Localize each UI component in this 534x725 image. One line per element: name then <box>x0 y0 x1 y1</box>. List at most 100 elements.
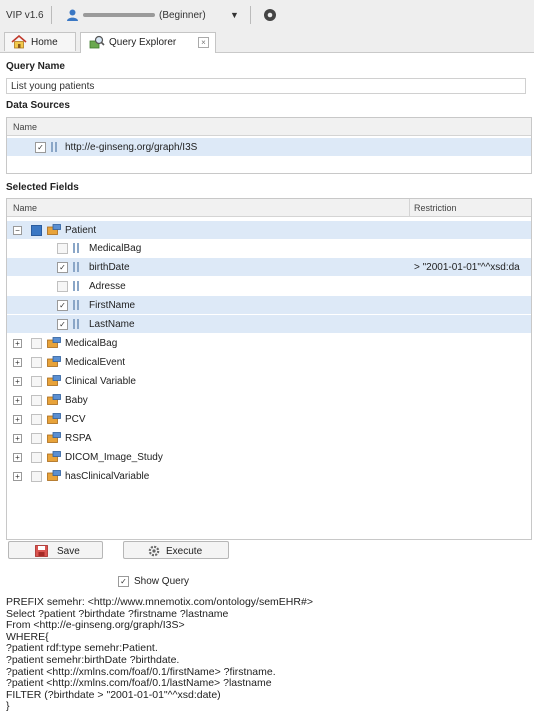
tab-bar: Home Query Explorer × <box>0 30 534 53</box>
class-label: Clinical Variable <box>65 376 136 387</box>
tab-home[interactable]: Home <box>4 32 76 51</box>
class-row[interactable]: + Clinical Variable <box>7 372 531 390</box>
save-button[interactable]: Save <box>8 541 103 559</box>
chevron-down-icon[interactable]: ▼ <box>230 10 239 20</box>
selected-fields-grid: Name Restriction − Patient MedicalBag ✓ … <box>6 198 532 540</box>
class-icon <box>47 394 61 405</box>
class-row[interactable]: + hasClinicalVariable <box>7 467 531 485</box>
class-icon <box>47 375 61 386</box>
class-label: Patient <box>65 225 97 236</box>
class-row[interactable]: + RSPA <box>7 429 531 447</box>
home-icon <box>11 35 27 49</box>
field-checkbox[interactable]: ✓ <box>57 300 68 311</box>
user-icon[interactable] <box>66 9 79 21</box>
class-label: PCV <box>65 414 86 425</box>
save-button-label: Save <box>57 546 80 557</box>
field-label: Adresse <box>89 281 126 292</box>
class-checkbox-partial[interactable] <box>31 225 42 236</box>
collapse-icon[interactable]: − <box>13 226 22 235</box>
toolbar-divider <box>51 6 52 24</box>
class-checkbox[interactable] <box>31 414 42 425</box>
field-checkbox[interactable] <box>57 281 68 292</box>
property-icon <box>73 319 80 329</box>
class-label: hasClinicalVariable <box>65 471 150 482</box>
class-icon <box>47 413 61 424</box>
selected-fields-heading: Selected Fields <box>6 182 79 193</box>
property-icon <box>73 300 80 310</box>
class-icon <box>47 224 61 235</box>
app-version: VIP v1.6 <box>6 10 44 21</box>
class-checkbox[interactable] <box>31 357 42 368</box>
expand-icon[interactable]: + <box>13 377 22 386</box>
expand-icon[interactable]: + <box>13 396 22 405</box>
expand-icon[interactable]: + <box>13 358 22 367</box>
class-row-patient[interactable]: − Patient <box>7 221 531 239</box>
class-row[interactable]: + Baby <box>7 391 531 409</box>
class-checkbox[interactable] <box>31 338 42 349</box>
property-icon <box>73 281 80 291</box>
class-checkbox[interactable] <box>31 433 42 444</box>
data-sources-heading: Data Sources <box>6 100 70 111</box>
class-row[interactable]: + MedicalEvent <box>7 353 531 371</box>
tab-query-explorer-label: Query Explorer <box>109 37 177 48</box>
property-icon <box>73 262 80 272</box>
restriction-value[interactable]: > "2001-01-01"^^xsd:da <box>414 262 520 273</box>
settings-icon[interactable] <box>263 8 277 22</box>
grid-header: Name <box>7 118 531 136</box>
query-text: PREFIX semehr: <http://www.mnemotix.com/… <box>6 596 313 713</box>
class-label: MedicalEvent <box>65 357 126 368</box>
field-label: FirstName <box>89 300 136 311</box>
data-source-label: http://e-ginseng.org/graph/I3S <box>65 142 198 153</box>
field-row-firstname[interactable]: ✓ FirstName <box>7 296 531 314</box>
field-checkbox[interactable]: ✓ <box>57 319 68 330</box>
expand-icon[interactable]: + <box>13 434 22 443</box>
show-query-checkbox[interactable]: ✓ <box>118 576 129 587</box>
class-checkbox[interactable] <box>31 452 42 463</box>
class-label: Baby <box>65 395 88 406</box>
data-source-row[interactable]: ✓ http://e-ginseng.org/graph/I3S <box>7 138 531 156</box>
column-header-restriction[interactable]: Restriction <box>414 203 457 213</box>
grid-header: Name Restriction <box>7 199 531 217</box>
username-redacted[interactable] <box>83 13 155 17</box>
field-row-adresse[interactable]: Adresse <box>7 277 531 295</box>
class-checkbox[interactable] <box>31 395 42 406</box>
class-checkbox[interactable] <box>31 471 42 482</box>
execute-button[interactable]: Execute <box>123 541 229 559</box>
execute-button-label: Execute <box>166 546 203 557</box>
expand-icon[interactable]: + <box>13 415 22 424</box>
class-icon <box>47 451 61 462</box>
class-row[interactable]: + DICOM_Image_Study <box>7 448 531 466</box>
query-name-input[interactable]: List young patients <box>6 78 526 94</box>
class-label: MedicalBag <box>65 338 118 349</box>
class-icon <box>47 470 61 481</box>
field-row-medicalbag[interactable]: MedicalBag <box>7 239 531 257</box>
save-icon <box>35 545 48 557</box>
field-label: LastName <box>89 319 135 330</box>
class-label: DICOM_Image_Study <box>65 452 163 463</box>
field-checkbox[interactable] <box>57 243 68 254</box>
close-icon[interactable]: × <box>198 37 209 48</box>
show-query-label[interactable]: Show Query <box>134 576 189 587</box>
data-source-checkbox[interactable]: ✓ <box>35 142 46 153</box>
user-level[interactable]: (Beginner) <box>159 10 206 21</box>
column-header-name[interactable]: Name <box>13 203 37 213</box>
property-icon <box>73 243 80 253</box>
property-icon <box>51 142 58 152</box>
tab-query-explorer[interactable]: Query Explorer × <box>80 32 216 53</box>
class-row[interactable]: + MedicalBag <box>7 334 531 352</box>
expand-icon[interactable]: + <box>13 472 22 481</box>
column-header-name[interactable]: Name <box>13 122 37 132</box>
expand-icon[interactable]: + <box>13 453 22 462</box>
field-row-birthdate[interactable]: ✓ birthDate > "2001-01-01"^^xsd:da <box>7 258 531 276</box>
field-checkbox[interactable]: ✓ <box>57 262 68 273</box>
class-icon <box>47 356 61 367</box>
class-icon <box>47 432 61 443</box>
class-checkbox[interactable] <box>31 376 42 387</box>
tab-home-label: Home <box>31 37 58 48</box>
field-label: MedicalBag <box>89 243 142 254</box>
expand-icon[interactable]: + <box>13 339 22 348</box>
data-sources-grid: Name ✓ http://e-ginseng.org/graph/I3S <box>6 117 532 174</box>
class-label: RSPA <box>65 433 92 444</box>
field-row-lastname[interactable]: ✓ LastName <box>7 315 531 333</box>
class-row[interactable]: + PCV <box>7 410 531 428</box>
